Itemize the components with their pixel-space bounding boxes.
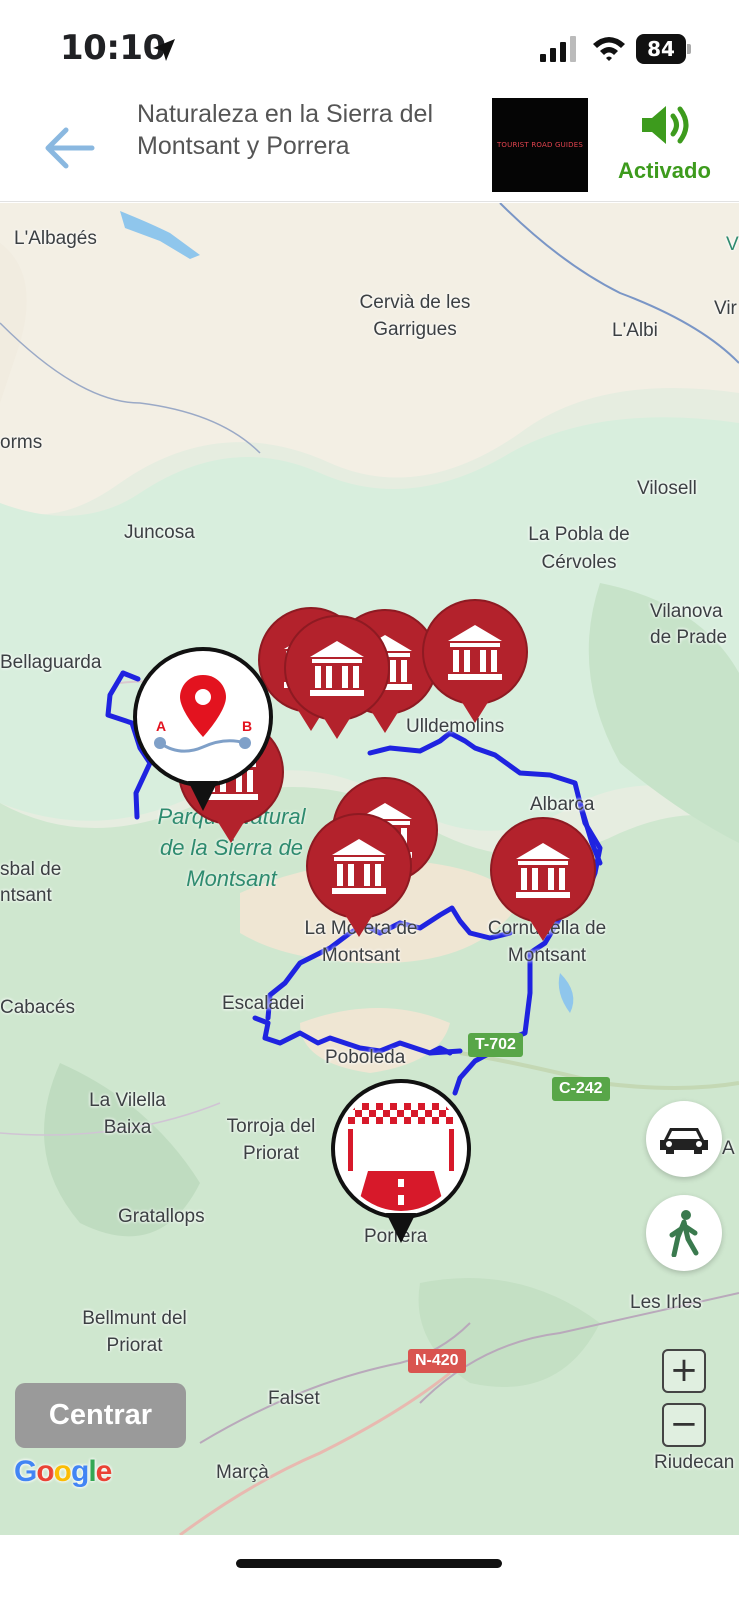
google-logo: Google	[14, 1455, 113, 1489]
place-label: Torroja del Priorat	[226, 1116, 316, 1164]
place-label: orms	[0, 432, 43, 453]
place-label: Cabacés	[0, 997, 75, 1018]
google-logo-letter: e	[95, 1455, 113, 1488]
place-label: La Pobla de Cérvoles	[528, 524, 630, 573]
place-label: Juncosa	[124, 522, 195, 543]
route-finish-marker[interactable]	[328, 1079, 474, 1259]
place-label: Vilanova de Prade	[650, 601, 728, 648]
car-icon	[660, 1128, 708, 1154]
road-badge-t702: T-702	[468, 1033, 523, 1057]
place-label: Gratallops	[118, 1206, 205, 1227]
museum-marker[interactable]	[306, 813, 412, 939]
museum-marker[interactable]	[422, 599, 528, 725]
place-label: Bellmunt del Priorat	[82, 1308, 187, 1356]
place-label: Cervià de les Garrigues	[359, 292, 471, 340]
wifi-icon	[593, 37, 625, 61]
start-label-a: A	[156, 718, 166, 734]
road-badge-c242: C-242	[552, 1077, 610, 1101]
location-arrow-icon	[153, 39, 175, 61]
place-label: Poboleda	[325, 1047, 406, 1068]
walking-person-icon	[669, 1210, 699, 1257]
battery-nub	[687, 44, 691, 54]
home-bar	[0, 1535, 739, 1600]
place-label: Escaladei	[222, 993, 305, 1014]
place-label: Vilosell	[637, 478, 697, 499]
back-arrow-icon[interactable]	[38, 118, 98, 178]
center-map-button[interactable]: Centrar	[15, 1383, 186, 1448]
zoom-out-button[interactable]: −	[662, 1403, 706, 1447]
brand-logo[interactable]: TOURIST ROAD GUIDES	[492, 98, 588, 192]
museum-marker[interactable]	[284, 615, 390, 741]
google-logo-letter: g	[71, 1455, 89, 1488]
google-logo-letter: l	[88, 1455, 96, 1488]
google-logo-letter: o	[53, 1455, 72, 1488]
status-bar: 10:10 84	[0, 0, 739, 96]
speaker-volume-icon	[642, 106, 689, 144]
battery-indicator: 84	[636, 34, 691, 64]
place-label: Albarca	[530, 794, 595, 815]
cellular-signal-icon	[540, 36, 576, 62]
zoom-in-button[interactable]: +	[662, 1349, 706, 1393]
google-logo-letter: G	[14, 1455, 37, 1488]
place-label: Les Irles	[630, 1292, 702, 1313]
brand-logo-text: TOURIST ROAD GUIDES	[496, 141, 584, 149]
place-label: L'Albagés	[14, 228, 97, 249]
battery-level: 84	[636, 34, 686, 64]
audio-status-label: Activado	[618, 158, 711, 183]
place-label: La Vilella Baixa	[89, 1090, 166, 1138]
place-label: Falset	[268, 1388, 320, 1409]
walk-mode-button[interactable]	[646, 1195, 722, 1271]
route-title: Naturaleza en la Sierra del Montsant y P…	[137, 100, 433, 160]
google-logo-letter: o	[36, 1455, 54, 1488]
audio-guide-toggle[interactable]: Activado	[612, 98, 736, 198]
place-label: Marçà	[216, 1462, 269, 1483]
place-label: V	[726, 234, 739, 255]
home-indicator[interactable]	[236, 1559, 502, 1568]
start-label-b: B	[242, 718, 252, 734]
route-start-marker[interactable]: A B	[130, 647, 276, 827]
road-badge-n420: N-420	[408, 1349, 466, 1373]
place-label: Vir	[714, 298, 737, 319]
place-label: sbal de ntsant	[0, 859, 62, 906]
route-header: Naturaleza en la Sierra del Montsant y P…	[0, 96, 739, 202]
place-label: A	[722, 1138, 735, 1159]
route-map[interactable]: L'Albagés Cervià de les Garrigues L'Albi…	[0, 203, 739, 1535]
place-label: Bellaguarda	[0, 652, 102, 673]
drive-mode-button[interactable]	[646, 1101, 722, 1177]
place-label: L'Albi	[612, 320, 658, 341]
place-label: Riudecan	[654, 1452, 735, 1473]
museum-marker[interactable]	[490, 817, 596, 943]
